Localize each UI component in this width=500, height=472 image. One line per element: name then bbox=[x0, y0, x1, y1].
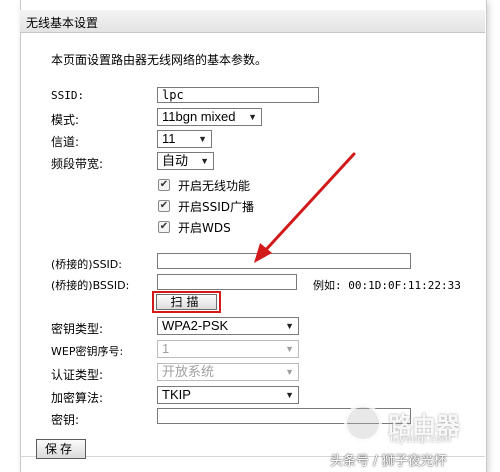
watermark-logo-icon bbox=[344, 404, 382, 442]
annotation-arrow-icon bbox=[254, 152, 356, 263]
watermark-url: luyouqi.com bbox=[390, 434, 452, 445]
watermark-caption: 头条号 / 狮子夜光杯 bbox=[330, 454, 447, 469]
